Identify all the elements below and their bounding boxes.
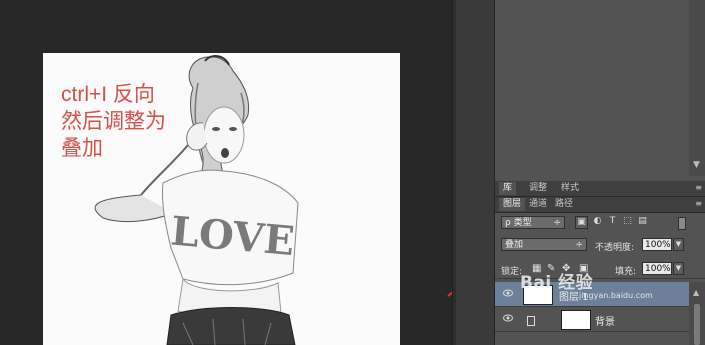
tab-channels[interactable]: 通道 [525,198,551,211]
baidu-watermark-url: jingyan.baidu.com [579,291,653,300]
tab-styles[interactable]: 样式 [557,182,583,195]
document-canvas-area: LOVE ctrl+I 反向 然后调整为 叠加 [0,0,452,345]
layer-link-icon [527,316,535,326]
select-arrow-icon: ÷ [575,240,583,250]
opacity-input[interactable]: 100% [642,238,672,251]
tab-library[interactable]: 库 [499,182,517,195]
baidu-watermark: Bai 经验 [520,273,594,293]
blend-mode-value: 叠加 [505,240,524,250]
scroll-thumb[interactable] [694,304,700,345]
shape-filter-icon[interactable]: ⬚ [621,216,634,229]
layers-menu-icon[interactable]: ≡ [695,199,702,208]
upper-scrollbar[interactable]: ▼ [689,0,705,176]
upper-panel-area [495,0,690,176]
adjust-filter-icon[interactable]: ◐ [591,216,604,229]
library-tabs-bar: 库 调整 样式 ≡ [495,181,705,197]
select-arrow-icon: ÷ [553,218,561,228]
tab-paths[interactable]: 路径 [551,198,577,211]
layer-row-2[interactable]: 背景 [495,307,689,332]
layer-thumbnail [561,310,591,330]
scroll-down-icon[interactable]: ▼ [693,160,700,170]
fill-input[interactable]: 100% [642,262,672,275]
tab-layers[interactable]: 图层 [499,198,526,211]
filter-toggle-switch[interactable] [678,217,686,230]
layers-tabs-bar: 图层 通道 路径 ≡ [495,197,705,213]
filter-kind-select[interactable]: ρ 类型 ÷ [501,216,565,229]
layer-filter-row: ρ 类型 ÷ ▣ ◐ T ⬚ ▤ [495,214,705,232]
fill-dropdown-icon[interactable]: ▼ [673,262,684,275]
annotation-text: ctrl+I 反向 然后调整为 叠加 [61,83,166,160]
layer-name[interactable]: 背景 [595,313,615,328]
smart-filter-icon[interactable]: ▤ [636,216,649,229]
scroll-up-icon[interactable]: ▲ [693,288,699,297]
collapsed-panel-strip [456,0,495,345]
tab-adjustments[interactable]: 调整 [525,182,551,195]
layers-scrollbar[interactable]: ▲ [689,282,705,345]
opacity-label: 不透明度: [595,243,635,253]
text-filter-icon[interactable]: T [606,216,619,229]
blend-mode-select[interactable]: 叠加 ÷ [501,238,587,251]
blend-row: 叠加 ÷ 不透明度: 100% ▼ [495,236,705,254]
fill-label: 填充: [615,267,637,277]
lock-label: 锁定: [501,267,523,277]
opacity-dropdown-icon[interactable]: ▼ [673,238,684,251]
image-filter-icon[interactable]: ▣ [575,216,588,229]
eye-icon[interactable] [503,289,513,297]
eye-icon[interactable] [503,314,513,322]
filter-kind-label: ρ 类型 [505,218,532,228]
photo-canvas[interactable]: LOVE ctrl+I 反向 然后调整为 叠加 [43,53,400,345]
panel-menu-icon[interactable]: ≡ [695,183,702,192]
